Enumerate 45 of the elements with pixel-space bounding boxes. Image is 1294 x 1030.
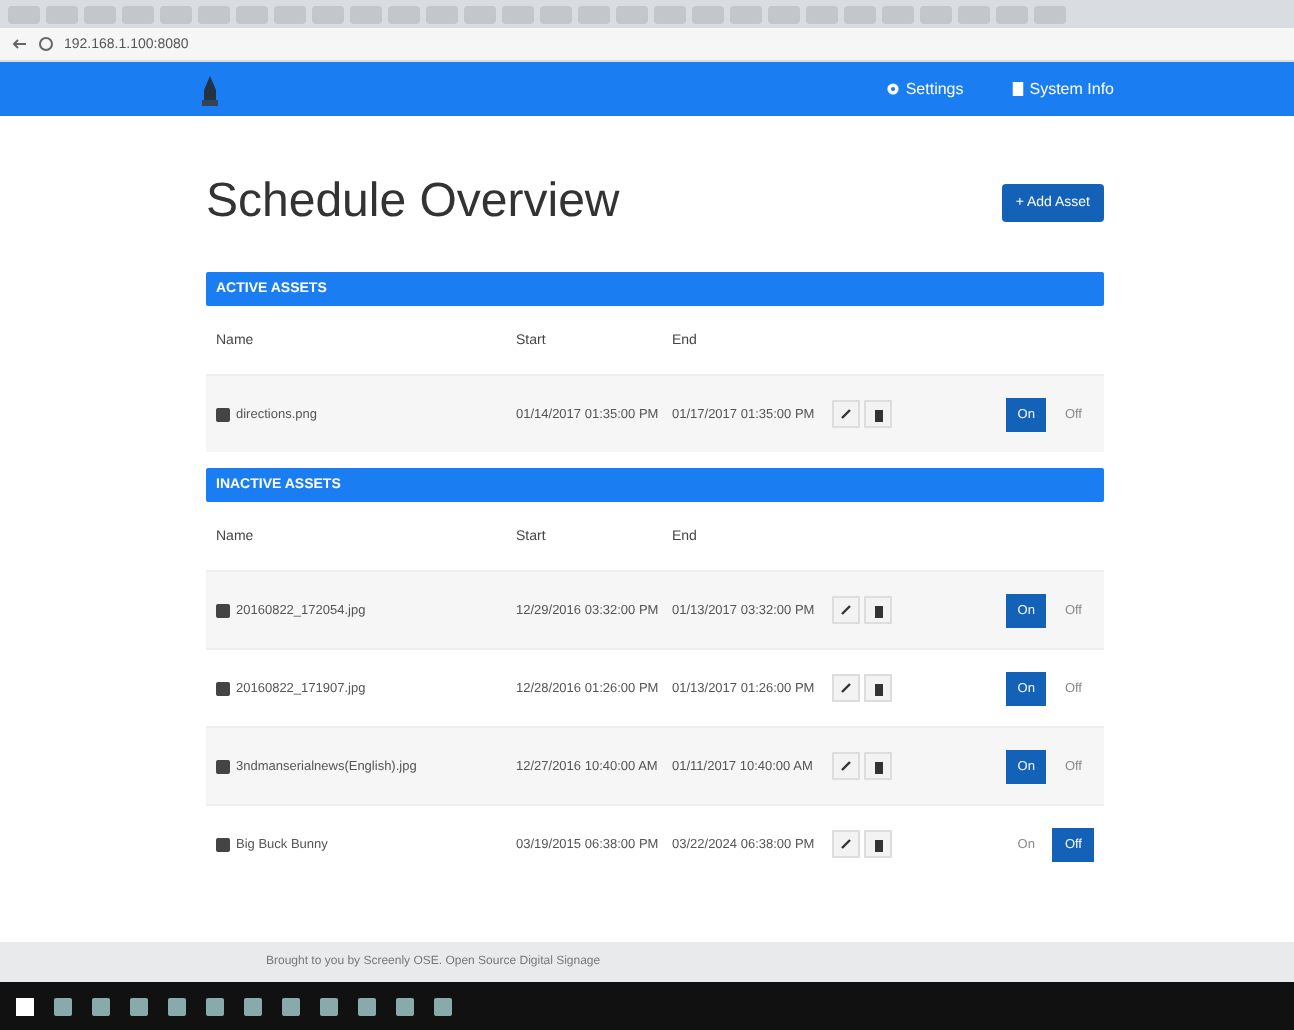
delete-button[interactable]	[864, 400, 892, 428]
taskbar-app-icon[interactable]	[282, 998, 300, 1016]
edit-button[interactable]	[832, 400, 860, 428]
edit-button[interactable]	[832, 596, 860, 624]
image-icon	[216, 603, 230, 617]
pencil-icon	[840, 838, 852, 850]
taskbar-app-icon[interactable]	[92, 998, 110, 1016]
trash-icon	[873, 837, 883, 851]
image-icon	[216, 681, 230, 695]
taskbar-app-icon[interactable]	[358, 998, 376, 1016]
delete-button[interactable]	[864, 596, 892, 624]
trash-icon	[873, 759, 883, 773]
edit-button[interactable]	[832, 674, 860, 702]
pencil-icon	[840, 604, 852, 616]
pencil-icon	[840, 760, 852, 772]
trash-icon	[873, 603, 883, 617]
page-title: Schedule Overview	[206, 174, 620, 230]
trash-icon	[873, 407, 883, 421]
taskbar-app-icon[interactable]	[320, 998, 338, 1016]
windows-start-icon[interactable]	[16, 998, 34, 1016]
image-icon	[216, 407, 230, 421]
taskbar-app-icon[interactable]	[130, 998, 148, 1016]
image-icon	[216, 759, 230, 773]
taskbar-app-icon[interactable]	[206, 998, 224, 1016]
nav-link[interactable]: System Info	[1011, 80, 1114, 98]
taskbar-app-icon[interactable]	[244, 998, 262, 1016]
taskbar-app-icon[interactable]	[168, 998, 186, 1016]
taskbar-app-icon[interactable]	[396, 998, 414, 1016]
delete-button[interactable]	[864, 674, 892, 702]
edit-button[interactable]	[832, 752, 860, 780]
back-arrow-icon[interactable]	[12, 36, 28, 52]
reload-icon[interactable]	[38, 36, 54, 52]
delete-button[interactable]	[864, 830, 892, 858]
pencil-icon	[840, 408, 852, 420]
taskbar-app-icon[interactable]	[434, 998, 452, 1016]
pencil-icon	[840, 682, 852, 694]
logo-icon[interactable]	[200, 73, 220, 105]
settings-icon	[885, 82, 900, 96]
image-icon	[216, 837, 230, 851]
nav-link[interactable]: Settings	[885, 80, 964, 98]
trash-icon	[873, 681, 883, 695]
document-icon	[1011, 82, 1024, 96]
delete-button[interactable]	[864, 752, 892, 780]
taskbar-app-icon[interactable]	[54, 998, 72, 1016]
edit-button[interactable]	[832, 830, 860, 858]
